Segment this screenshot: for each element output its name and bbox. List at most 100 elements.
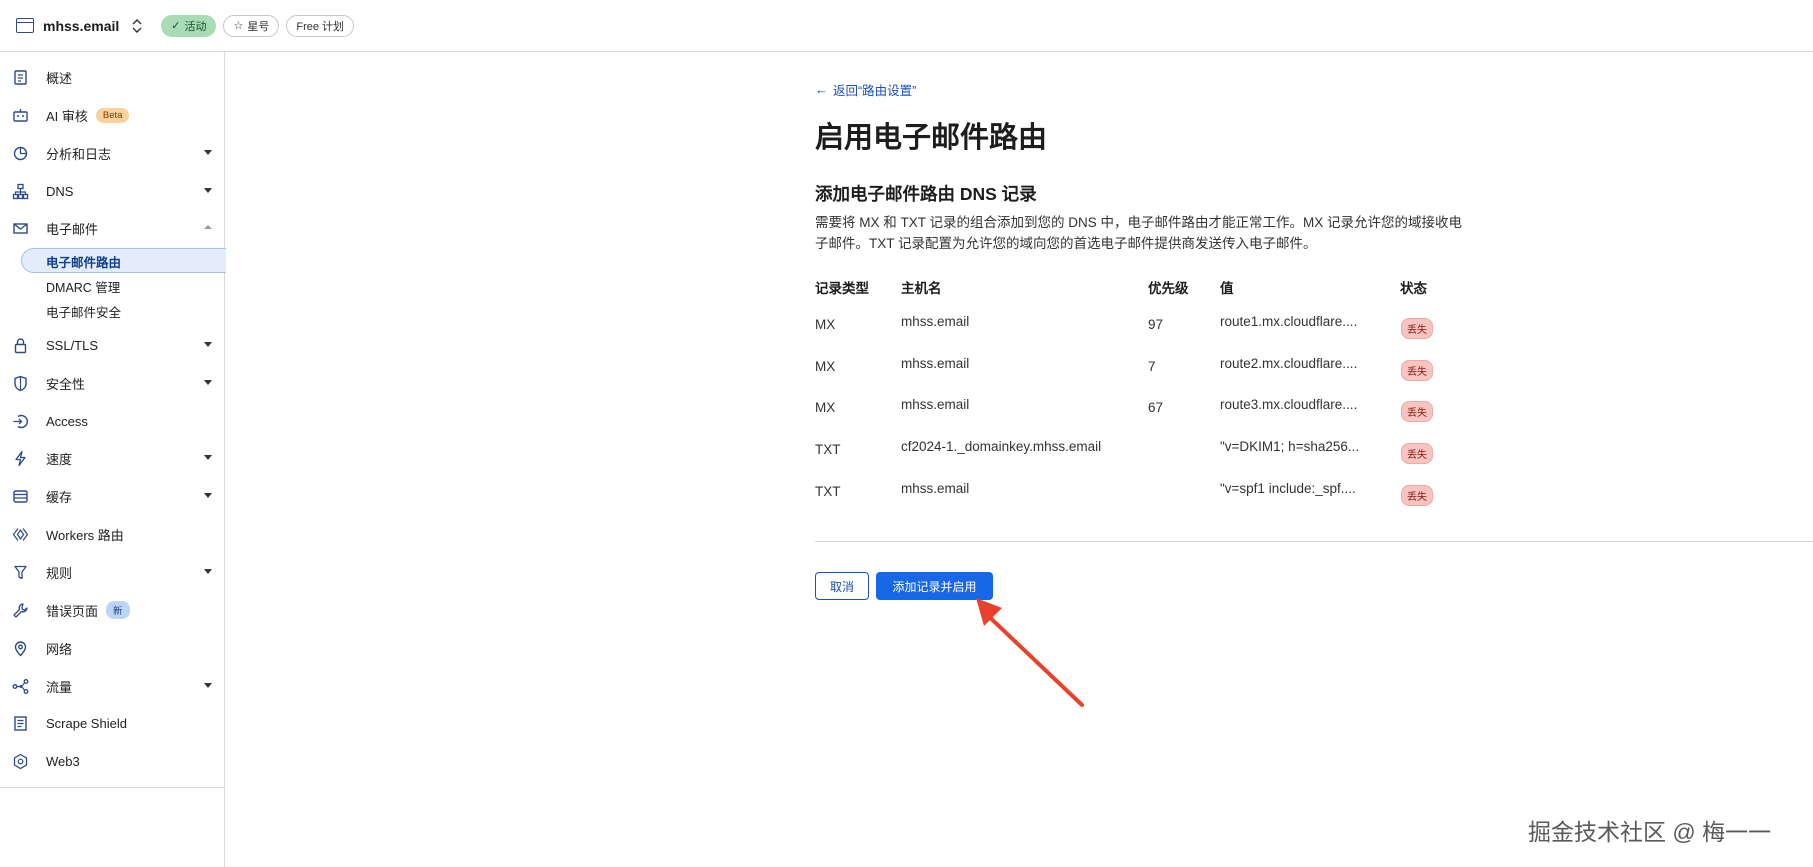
value-cell: "v=spf1 include:_spf.... <box>1220 481 1356 496</box>
storage-icon <box>12 488 29 505</box>
lock-icon <box>12 337 29 354</box>
plan-badge-label: Free 计划 <box>296 20 345 33</box>
caret-down-icon[interactable] <box>204 683 212 688</box>
sidebar-item-email[interactable]: 电子邮件 <box>0 212 225 244</box>
workers-icon <box>12 526 29 543</box>
status-badge: 丢失 <box>1401 318 1433 339</box>
value-cell: route2.mx.cloudflare.... <box>1220 356 1358 371</box>
sidebar-item-label: 缓存 <box>46 489 73 505</box>
status-badge: 丢失 <box>1401 485 1433 506</box>
record-type-cell: MX <box>815 400 836 415</box>
value-cell: route3.mx.cloudflare.... <box>1220 397 1358 412</box>
status-badge: 丢失 <box>1401 401 1433 422</box>
record-type-cell: MX <box>815 359 836 374</box>
sidebar-item-scrape-shield[interactable]: Scrape Shield <box>0 707 225 739</box>
star-button-label: 星号 <box>247 20 270 33</box>
sidebar-item-security[interactable]: 安全性 <box>0 367 225 399</box>
priority-cell: 97 <box>1148 317 1164 332</box>
sidebar: 概述 AI 审核 Beta 分析和日志 DNS 电子邮件 电子邮件路由 DMAR… <box>0 52 226 867</box>
cancel-button[interactable]: 取消 <box>815 572 869 600</box>
sidebar-item-overview[interactable]: 概述 <box>0 61 225 93</box>
new-badge: 新 <box>106 601 130 619</box>
status-badge: ✓ 活动 <box>161 14 217 37</box>
sidebar-item-label: Access <box>46 413 88 429</box>
sidebar-item-network[interactable]: 网络 <box>0 632 225 664</box>
value-cell: route1.mx.cloudflare.... <box>1220 314 1358 329</box>
watermark: 掘金技术社区 @ 梅一一 <box>1528 819 1772 845</box>
caret-down-icon[interactable] <box>204 188 212 193</box>
priority-cell: 67 <box>1148 400 1164 415</box>
robot-icon <box>12 107 29 124</box>
sidebar-item-label: 分析和日志 <box>46 146 112 162</box>
chevron-up-down-icon[interactable] <box>131 18 143 34</box>
traffic-icon <box>12 678 29 695</box>
sidebar-item-label: SSL/TLS <box>46 337 99 353</box>
beta-badge: Beta <box>95 107 130 123</box>
hostname-cell: mhss.email <box>901 314 970 329</box>
rules-icon <box>12 564 29 581</box>
caret-down-icon[interactable] <box>204 380 212 385</box>
sidebar-item-label: 流量 <box>46 679 73 695</box>
domain-name[interactable]: mhss.email <box>43 18 119 34</box>
sidebar-item-speed[interactable]: 速度 <box>0 442 225 474</box>
sidebar-item-error-pages[interactable]: 错误页面 新 <box>0 594 225 626</box>
sidebar-item-analytics[interactable]: 分析和日志 <box>0 137 225 169</box>
annotation-arrow-icon <box>976 598 1084 707</box>
sidebar-item-label: 错误页面 <box>46 603 99 619</box>
caret-down-icon[interactable] <box>204 342 212 347</box>
mail-icon <box>12 220 29 237</box>
status-badge: 丢失 <box>1401 360 1433 381</box>
plan-badge[interactable]: Free 计划 <box>286 14 355 37</box>
arrow-left-icon: ← <box>815 82 828 97</box>
sidebar-item-dns[interactable]: DNS <box>0 175 225 207</box>
caret-down-icon[interactable] <box>204 493 212 498</box>
section-description: 需要将 MX 和 TXT 记录的组合添加到您的 DNS 中，电子邮件路由才能正常… <box>815 215 1463 251</box>
sidebar-item-workers-routes[interactable]: Workers 路由 <box>0 518 225 550</box>
sidebar-item-label: Scrape Shield <box>46 715 127 731</box>
sidebar-subitem-email-security[interactable]: 电子邮件安全 <box>46 302 121 321</box>
browser-window-icon <box>16 18 34 33</box>
hostname-cell: mhss.email <box>901 397 970 412</box>
sidebar-item-label: AI 审核 <box>46 108 88 124</box>
caret-up-icon[interactable] <box>204 225 212 229</box>
sidebar-item-traffic[interactable]: 流量 <box>0 670 225 702</box>
hostname-cell: mhss.email <box>901 356 970 371</box>
priority-cell: 7 <box>1148 359 1156 374</box>
star-button[interactable]: ☆ 星号 <box>223 14 280 37</box>
table-divider <box>815 541 1813 542</box>
sidebar-item-web3[interactable]: Web3 <box>0 745 225 777</box>
column-header-value: 值 <box>1220 281 1234 296</box>
sidebar-item-ssl-tls[interactable]: SSL/TLS <box>0 329 225 361</box>
sidebar-item-ai-audit[interactable]: AI 审核 Beta <box>0 99 225 131</box>
access-icon <box>12 413 29 430</box>
column-header-priority: 优先级 <box>1148 281 1189 296</box>
back-link-label: 返回“路由设置” <box>833 84 917 98</box>
record-type-cell: TXT <box>815 442 841 457</box>
status-badge: 丢失 <box>1401 443 1433 464</box>
check-icon: ✓ <box>171 20 181 32</box>
sidebar-item-cache[interactable]: 缓存 <box>0 480 225 512</box>
sidebar-item-label: 规则 <box>46 565 73 581</box>
caret-down-icon[interactable] <box>204 569 212 574</box>
sidebar-subitem-dmarc[interactable]: DMARC 管理 <box>46 277 120 296</box>
lightning-icon <box>12 450 29 467</box>
sidebar-subitem-label-active[interactable]: 电子邮件路由 <box>46 252 121 271</box>
chart-pie-icon <box>12 145 29 162</box>
hostname-cell: cf2024-1._domainkey.mhss.email <box>901 439 1102 454</box>
column-header-record-type: 记录类型 <box>815 281 869 296</box>
sidebar-item-label: 安全性 <box>46 376 86 392</box>
sidebar-item-label: Web3 <box>46 753 80 769</box>
hostname-cell: mhss.email <box>901 481 970 496</box>
sidebar-item-access[interactable]: Access <box>0 405 225 437</box>
location-pin-icon <box>12 640 29 657</box>
column-header-hostname: 主机名 <box>901 281 942 296</box>
page-title: 启用电子邮件路由 <box>815 122 1048 154</box>
caret-down-icon[interactable] <box>204 150 212 155</box>
section-title: 添加电子邮件路由 DNS 记录 <box>815 184 1037 204</box>
record-type-cell: TXT <box>815 484 841 499</box>
caret-down-icon[interactable] <box>204 455 212 460</box>
scrape-shield-icon <box>12 715 29 732</box>
sidebar-item-rules[interactable]: 规则 <box>0 556 225 588</box>
shield-icon <box>12 375 29 392</box>
back-to-routing-settings-link[interactable]: ← 返回“路由设置” <box>815 80 916 99</box>
